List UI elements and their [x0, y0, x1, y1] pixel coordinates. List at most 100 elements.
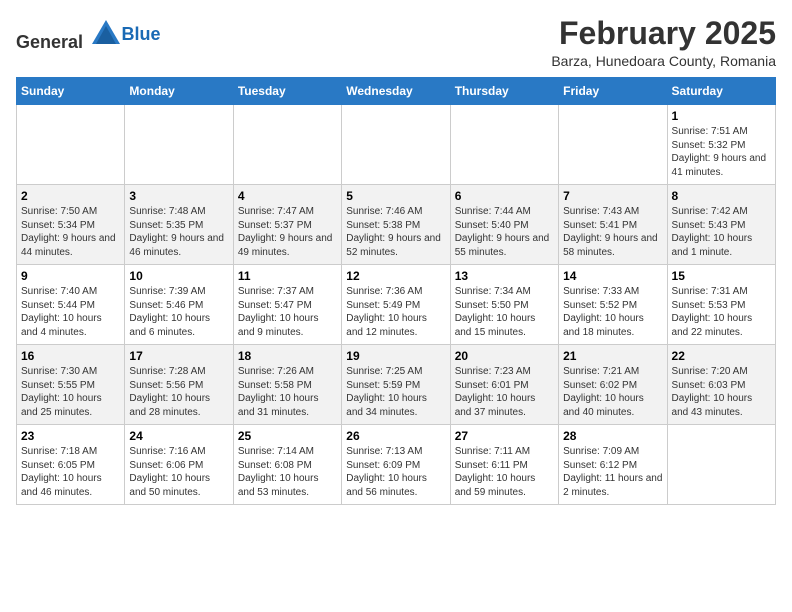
day-number: 4: [238, 189, 337, 203]
day-info: Sunrise: 7:23 AM Sunset: 6:01 PM Dayligh…: [455, 365, 554, 419]
day-number: 12: [346, 269, 445, 283]
day-number: 27: [455, 429, 554, 443]
calendar-day-28: 28 Sunrise: 7:09 AM Sunset: 6:12 PM Dayli…: [559, 425, 667, 505]
day-info: Sunrise: 7:40 AM Sunset: 5:44 PM Dayligh…: [21, 285, 120, 339]
calendar-day-22: 22 Sunrise: 7:20 AM Sunset: 6:03 PM Dayli…: [667, 345, 775, 425]
calendar-day-1: 1 Sunrise: 7:51 AM Sunset: 5:32 PM Daylig…: [667, 105, 775, 185]
calendar-empty-cell: [233, 105, 341, 185]
day-number: 23: [21, 429, 120, 443]
day-info: Sunrise: 7:28 AM Sunset: 5:56 PM Dayligh…: [129, 365, 228, 419]
day-info: Sunrise: 7:11 AM Sunset: 6:11 PM Dayligh…: [455, 445, 554, 499]
calendar-day-26: 26 Sunrise: 7:13 AM Sunset: 6:09 PM Dayli…: [342, 425, 450, 505]
day-info: Sunrise: 7:37 AM Sunset: 5:47 PM Dayligh…: [238, 285, 337, 339]
month-title: February 2025: [551, 16, 776, 51]
calendar-day-24: 24 Sunrise: 7:16 AM Sunset: 6:06 PM Dayli…: [125, 425, 233, 505]
calendar-day-10: 10Sunrise: 7:39 AM Sunset: 5:46 PM Dayli…: [125, 265, 233, 345]
calendar-day-17: 17 Sunrise: 7:28 AM Sunset: 5:56 PM Dayli…: [125, 345, 233, 425]
weekday-header-wednesday: Wednesday: [342, 78, 450, 105]
day-number: 5: [346, 189, 445, 203]
title-area: February 2025 Barza, Hunedoara County, R…: [551, 16, 776, 69]
weekday-header-row: SundayMondayTuesdayWednesdayThursdayFrid…: [17, 78, 776, 105]
calendar-day-19: 19Sunrise: 7:25 AM Sunset: 5:59 PM Dayli…: [342, 345, 450, 425]
logo-icon: [90, 16, 122, 48]
calendar-day-16: 16 Sunrise: 7:30 AM Sunset: 5:55 PM Dayli…: [17, 345, 125, 425]
weekday-header-saturday: Saturday: [667, 78, 775, 105]
calendar-week-row: 23Sunrise: 7:18 AM Sunset: 6:05 PM Dayli…: [17, 425, 776, 505]
calendar-day-9: 9Sunrise: 7:40 AM Sunset: 5:44 PM Daylig…: [17, 265, 125, 345]
day-info: Sunrise: 7:25 AM Sunset: 5:59 PM Dayligh…: [346, 365, 445, 419]
page-header: General Blue February 2025 Barza, Hunedo…: [16, 16, 776, 69]
day-info: Sunrise: 7:21 AM Sunset: 6:02 PM Dayligh…: [563, 365, 662, 419]
calendar-day-23: 23Sunrise: 7:18 AM Sunset: 6:05 PM Dayli…: [17, 425, 125, 505]
weekday-header-sunday: Sunday: [17, 78, 125, 105]
calendar-week-row: 16 Sunrise: 7:30 AM Sunset: 5:55 PM Dayli…: [17, 345, 776, 425]
day-info: Sunrise: 7:46 AM Sunset: 5:38 PM Dayligh…: [346, 205, 445, 259]
weekday-header-monday: Monday: [125, 78, 233, 105]
calendar-day-2: 2 Sunrise: 7:50 AM Sunset: 5:34 PM Daylig…: [17, 185, 125, 265]
day-info: Sunrise: 7:30 AM Sunset: 5:55 PM Dayligh…: [21, 365, 120, 419]
day-number: 16: [21, 349, 120, 363]
day-info: Sunrise: 7:44 AM Sunset: 5:40 PM Dayligh…: [455, 205, 554, 259]
calendar-empty-cell: [450, 105, 558, 185]
day-number: 11: [238, 269, 337, 283]
day-number: 28: [563, 429, 662, 443]
day-number: 26: [346, 429, 445, 443]
calendar-empty-cell: [342, 105, 450, 185]
calendar-week-row: 1 Sunrise: 7:51 AM Sunset: 5:32 PM Daylig…: [17, 105, 776, 185]
day-number: 6: [455, 189, 554, 203]
logo-general: General: [16, 32, 83, 52]
calendar-day-14: 14 Sunrise: 7:33 AM Sunset: 5:52 PM Dayli…: [559, 265, 667, 345]
day-info: Sunrise: 7:31 AM Sunset: 5:53 PM Dayligh…: [672, 285, 771, 339]
day-info: Sunrise: 7:51 AM Sunset: 5:32 PM Dayligh…: [672, 125, 771, 179]
day-number: 24: [129, 429, 228, 443]
day-number: 17: [129, 349, 228, 363]
calendar-day-7: 7 Sunrise: 7:43 AM Sunset: 5:41 PM Daylig…: [559, 185, 667, 265]
day-info: Sunrise: 7:48 AM Sunset: 5:35 PM Dayligh…: [129, 205, 228, 259]
day-info: Sunrise: 7:16 AM Sunset: 6:06 PM Dayligh…: [129, 445, 228, 499]
day-number: 8: [672, 189, 771, 203]
day-number: 2: [21, 189, 120, 203]
calendar-table: SundayMondayTuesdayWednesdayThursdayFrid…: [16, 77, 776, 505]
calendar-day-20: 20 Sunrise: 7:23 AM Sunset: 6:01 PM Dayli…: [450, 345, 558, 425]
calendar-day-11: 11 Sunrise: 7:37 AM Sunset: 5:47 PM Dayli…: [233, 265, 341, 345]
day-info: Sunrise: 7:50 AM Sunset: 5:34 PM Dayligh…: [21, 205, 120, 259]
calendar-day-5: 5 Sunrise: 7:46 AM Sunset: 5:38 PM Daylig…: [342, 185, 450, 265]
calendar-day-25: 25 Sunrise: 7:14 AM Sunset: 6:08 PM Dayli…: [233, 425, 341, 505]
day-number: 10: [129, 269, 228, 283]
day-number: 18: [238, 349, 337, 363]
day-number: 25: [238, 429, 337, 443]
calendar-day-15: 15 Sunrise: 7:31 AM Sunset: 5:53 PM Dayli…: [667, 265, 775, 345]
day-number: 15: [672, 269, 771, 283]
day-number: 1: [672, 109, 771, 123]
day-info: Sunrise: 7:47 AM Sunset: 5:37 PM Dayligh…: [238, 205, 337, 259]
day-number: 13: [455, 269, 554, 283]
calendar-day-8: 8Sunrise: 7:42 AM Sunset: 5:43 PM Daylig…: [667, 185, 775, 265]
calendar-day-3: 3Sunrise: 7:48 AM Sunset: 5:35 PM Daylig…: [125, 185, 233, 265]
day-info: Sunrise: 7:43 AM Sunset: 5:41 PM Dayligh…: [563, 205, 662, 259]
calendar-empty-cell: [17, 105, 125, 185]
calendar-empty-cell: [667, 425, 775, 505]
day-info: Sunrise: 7:20 AM Sunset: 6:03 PM Dayligh…: [672, 365, 771, 419]
day-info: Sunrise: 7:14 AM Sunset: 6:08 PM Dayligh…: [238, 445, 337, 499]
weekday-header-thursday: Thursday: [450, 78, 558, 105]
day-info: Sunrise: 7:34 AM Sunset: 5:50 PM Dayligh…: [455, 285, 554, 339]
day-info: Sunrise: 7:13 AM Sunset: 6:09 PM Dayligh…: [346, 445, 445, 499]
calendar-empty-cell: [559, 105, 667, 185]
calendar-empty-cell: [125, 105, 233, 185]
calendar-day-4: 4 Sunrise: 7:47 AM Sunset: 5:37 PM Daylig…: [233, 185, 341, 265]
calendar-week-row: 2 Sunrise: 7:50 AM Sunset: 5:34 PM Daylig…: [17, 185, 776, 265]
day-number: 22: [672, 349, 771, 363]
location-subtitle: Barza, Hunedoara County, Romania: [551, 53, 776, 69]
logo-blue: Blue: [122, 24, 161, 44]
calendar-day-21: 21Sunrise: 7:21 AM Sunset: 6:02 PM Dayli…: [559, 345, 667, 425]
day-number: 20: [455, 349, 554, 363]
calendar-day-13: 13 Sunrise: 7:34 AM Sunset: 5:50 PM Dayli…: [450, 265, 558, 345]
day-info: Sunrise: 7:26 AM Sunset: 5:58 PM Dayligh…: [238, 365, 337, 419]
day-number: 7: [563, 189, 662, 203]
logo: General Blue: [16, 16, 161, 53]
day-info: Sunrise: 7:09 AM Sunset: 6:12 PM Dayligh…: [563, 445, 662, 499]
day-info: Sunrise: 7:33 AM Sunset: 5:52 PM Dayligh…: [563, 285, 662, 339]
calendar-day-27: 27 Sunrise: 7:11 AM Sunset: 6:11 PM Dayli…: [450, 425, 558, 505]
day-number: 14: [563, 269, 662, 283]
calendar-day-18: 18 Sunrise: 7:26 AM Sunset: 5:58 PM Dayli…: [233, 345, 341, 425]
